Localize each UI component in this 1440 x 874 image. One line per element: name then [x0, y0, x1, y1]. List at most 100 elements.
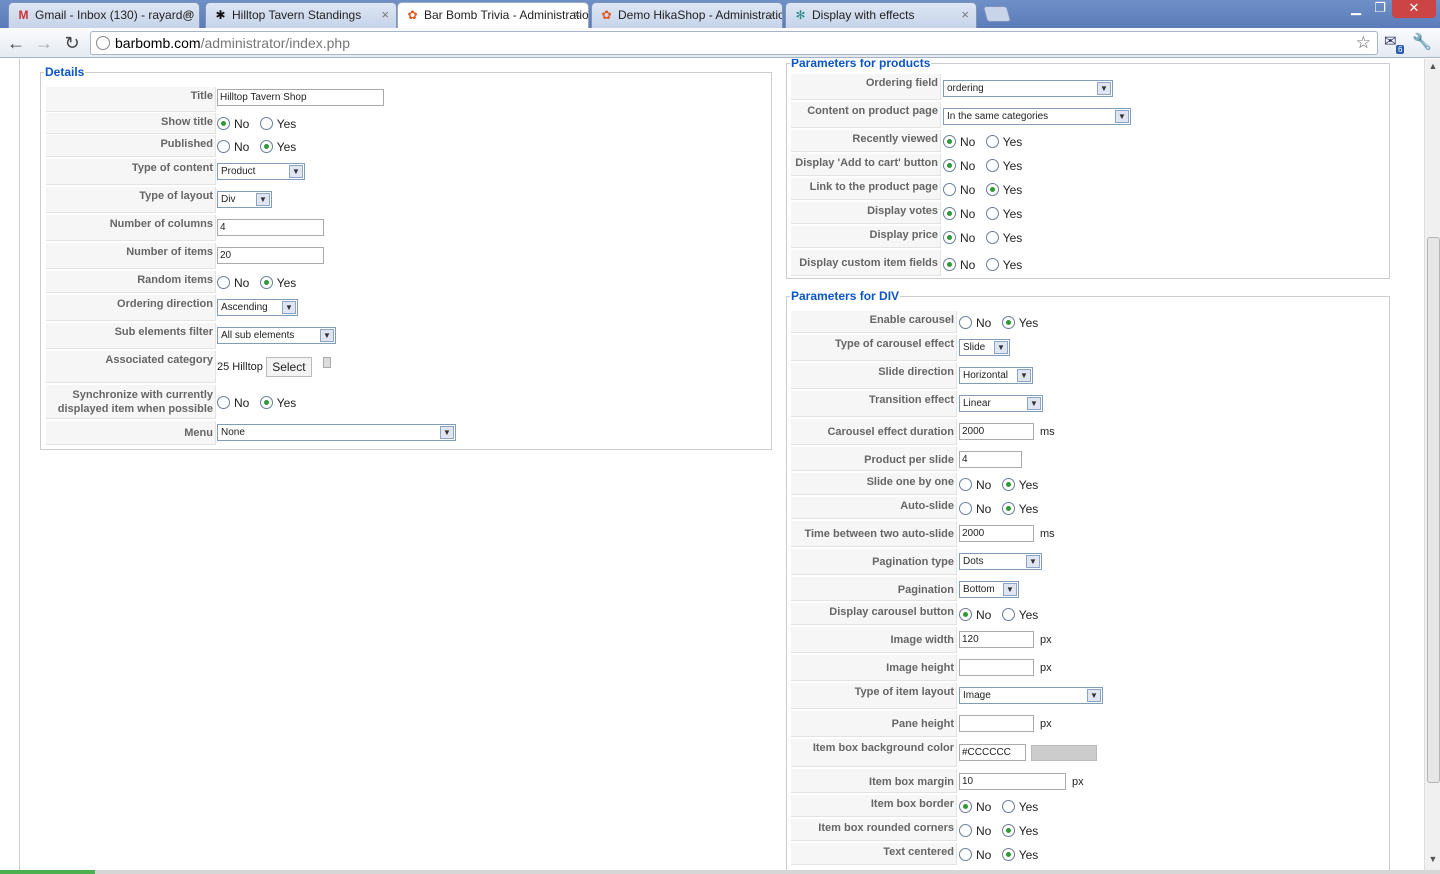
- sub-elements-filter-select[interactable]: All sub elements ▼: [217, 327, 336, 344]
- pagination-select[interactable]: Bottom ▼: [959, 581, 1019, 598]
- product-per-slide-label: Product per slide: [791, 447, 957, 471]
- browser-tab-bar: M Gmail - Inbox (130) - rayard@ × ✱ Hill…: [0, 0, 1440, 29]
- published-yes-radio[interactable]: [259, 140, 273, 154]
- text-centered-yes-radio[interactable]: [1001, 848, 1015, 862]
- custom-fields-yes-radio[interactable]: [985, 258, 999, 272]
- type-of-layout-select[interactable]: Div ▼: [217, 191, 272, 208]
- product-per-slide-input[interactable]: 4: [959, 451, 1022, 468]
- text-centered-no-radio[interactable]: [959, 848, 972, 862]
- slide-direction-select[interactable]: Horizontal ▼: [959, 367, 1033, 384]
- number-of-columns-input[interactable]: 4: [217, 219, 324, 236]
- add-to-cart-no-radio[interactable]: [943, 159, 956, 173]
- close-icon[interactable]: ×: [381, 7, 389, 22]
- synchronize-yes-radio[interactable]: [259, 396, 273, 410]
- add-to-cart-yes-radio[interactable]: [985, 159, 999, 173]
- random-items-yes-radio[interactable]: [259, 276, 273, 290]
- rounded-corners-no-radio[interactable]: [959, 824, 972, 838]
- item-layout-select[interactable]: Image ▼: [959, 687, 1103, 704]
- type-of-content-select[interactable]: Product ▼: [217, 163, 305, 180]
- title-input[interactable]: Hilltop Tavern Shop: [217, 89, 384, 106]
- synchronize-no-radio[interactable]: [217, 396, 230, 410]
- recently-viewed-no-radio[interactable]: [943, 135, 956, 149]
- bg-color-input[interactable]: #CCCCCC: [959, 744, 1026, 761]
- scrollbar-thumb[interactable]: [1427, 237, 1440, 783]
- recently-viewed-yes-radio[interactable]: [985, 135, 999, 149]
- slide-one-by-one-no-radio[interactable]: [959, 478, 972, 492]
- carousel-button-no-radio[interactable]: [959, 608, 972, 622]
- transition-effect-select[interactable]: Linear ▼: [959, 395, 1043, 412]
- restore-icon[interactable]: ❐: [1368, 0, 1392, 18]
- link-product-no-radio[interactable]: [943, 183, 956, 197]
- pagination-type-select[interactable]: Dots ▼: [959, 553, 1042, 570]
- published-no-radio[interactable]: [217, 140, 230, 154]
- effect-duration-input[interactable]: 2000: [959, 423, 1034, 440]
- close-icon[interactable]: ×: [184, 7, 192, 22]
- extension-icon[interactable]: ✉: [1384, 32, 1397, 50]
- close-icon[interactable]: ×: [573, 7, 581, 22]
- pane-height-input[interactable]: [959, 715, 1034, 732]
- random-items-no-radio[interactable]: [217, 276, 230, 290]
- bookmark-star-icon[interactable]: ☆: [1356, 33, 1371, 53]
- custom-fields-label: Display custom item fields: [791, 250, 941, 276]
- carousel-button-yes-radio[interactable]: [1001, 608, 1015, 622]
- color-swatch[interactable]: [1031, 744, 1097, 761]
- auto-slide-no-radio[interactable]: [959, 502, 972, 516]
- enable-carousel-yes-radio[interactable]: [1001, 316, 1015, 330]
- auto-slide-yes-radio[interactable]: [1001, 502, 1015, 516]
- link-product-yes-radio[interactable]: [985, 183, 999, 197]
- display-votes-no-radio[interactable]: [943, 207, 956, 221]
- tab-display-effects[interactable]: ✻ Display with effects ×: [785, 2, 977, 28]
- enable-carousel-no-radio[interactable]: [959, 316, 972, 330]
- tab-gmail[interactable]: M Gmail - Inbox (130) - rayard@ ×: [8, 2, 200, 28]
- content-on-product-page-select[interactable]: In the same categories ▼: [943, 108, 1131, 125]
- display-price-no-radio[interactable]: [943, 231, 956, 245]
- no-label: No: [976, 823, 992, 838]
- effect-duration-label: Carousel effect duration: [791, 419, 957, 445]
- image-height-input[interactable]: [959, 659, 1034, 676]
- box-margin-input[interactable]: 10: [959, 773, 1066, 790]
- window-close-icon[interactable]: ✕: [1392, 0, 1436, 18]
- scroll-up-icon[interactable]: ▲: [1427, 61, 1439, 75]
- tab-bar-bomb-admin[interactable]: ✿ Bar Bomb Trivia - Administratio ×: [397, 2, 589, 29]
- vertical-scrollbar[interactable]: ▲ ▼: [1424, 59, 1440, 870]
- rounded-corners-yes-radio[interactable]: [1001, 824, 1015, 838]
- tab-hilltop-standings[interactable]: ✱ Hilltop Tavern Standings ×: [205, 2, 397, 28]
- chevron-down-icon: ▼: [256, 193, 270, 206]
- custom-fields-no-radio[interactable]: [943, 258, 956, 272]
- display-price-yes-radio[interactable]: [985, 231, 999, 245]
- no-label: No: [976, 315, 992, 330]
- number-of-items-label: Number of items: [46, 243, 216, 269]
- box-border-yes-radio[interactable]: [1001, 800, 1015, 814]
- close-icon[interactable]: ×: [961, 7, 969, 22]
- show-title-yes-radio[interactable]: [259, 117, 273, 131]
- chevron-down-icon: ▼: [440, 426, 454, 439]
- type-of-content-label: Type of content: [46, 159, 216, 185]
- show-title-no-radio[interactable]: [217, 117, 230, 131]
- address-bar[interactable]: barbomb.com/administrator/index.php ☆: [90, 31, 1378, 55]
- wrench-menu-icon[interactable]: 🔧: [1412, 32, 1432, 52]
- ordering-field-select[interactable]: ordering ▼: [943, 80, 1113, 97]
- forward-icon[interactable]: →: [33, 32, 55, 54]
- tab-demo-hikashop[interactable]: ✿ Demo HikaShop - Administratio ×: [591, 2, 783, 28]
- link-product-label: Link to the product page: [791, 178, 941, 200]
- time-between-input[interactable]: 2000: [959, 525, 1034, 542]
- carousel-effect-select[interactable]: Slide ▼: [959, 339, 1010, 356]
- scroll-down-icon[interactable]: ▼: [1427, 854, 1439, 868]
- image-width-input[interactable]: 120: [959, 631, 1034, 648]
- close-icon[interactable]: ×: [767, 7, 775, 22]
- reload-icon[interactable]: ↻: [61, 32, 83, 54]
- display-votes-yes-radio[interactable]: [985, 207, 999, 221]
- slide-one-by-one-yes-radio[interactable]: [1001, 478, 1015, 492]
- new-tab-button[interactable]: [982, 6, 1012, 22]
- menu-select[interactable]: None ▼: [217, 424, 456, 441]
- box-border-no-radio[interactable]: [959, 800, 972, 814]
- ordering-direction-select[interactable]: Ascending ▼: [217, 299, 298, 316]
- select-category-button[interactable]: Select: [266, 357, 312, 377]
- ms-unit: ms: [1040, 527, 1055, 540]
- minimize-icon[interactable]: ▁: [1344, 0, 1368, 18]
- trash-icon[interactable]: [322, 357, 331, 368]
- px-unit: px: [1040, 633, 1052, 646]
- selected-value: All sub elements: [221, 330, 295, 341]
- number-of-items-input[interactable]: 20: [217, 247, 324, 264]
- back-icon[interactable]: ←: [5, 32, 27, 54]
